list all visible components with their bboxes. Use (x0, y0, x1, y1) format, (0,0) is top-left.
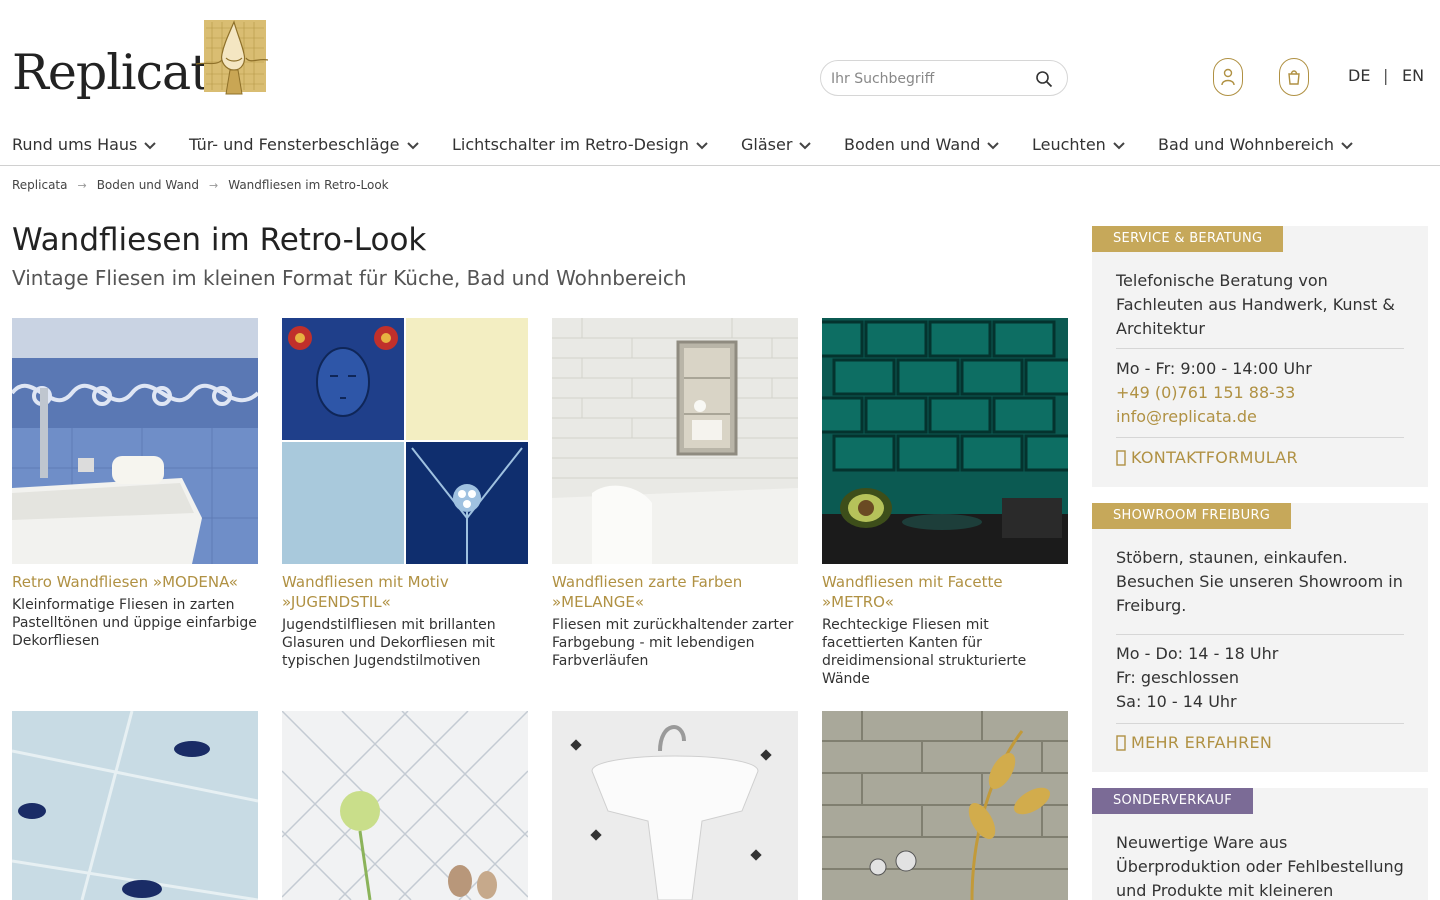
product-card-jugendstil: Wandfliesen mit Motiv »JUGENDSTIL« Jugen… (282, 318, 528, 670)
chevron-down-icon (1113, 141, 1125, 149)
page-subtitle: Vintage Fliesen im kleinen Format für Kü… (12, 266, 687, 290)
envelope-icon (1116, 449, 1126, 466)
product-description: Kleinformatige Fliesen in zarten Pastell… (12, 597, 257, 649)
search-icon[interactable] (1035, 70, 1053, 88)
site-header: Replicata DE | E (0, 0, 1440, 125)
nav-item-label: Boden und Wand (844, 135, 981, 154)
showroom-more-label: MEHR ERFAHREN (1131, 733, 1273, 752)
service-email-link[interactable]: info@replicata.de (1116, 405, 1404, 429)
nav-item-label: Bad und Wohnbereich (1158, 135, 1334, 154)
site-logo[interactable]: Replicata (12, 18, 272, 110)
nav-item-bad-und-wohnbereich[interactable]: Bad und Wohnbereich (1158, 135, 1353, 154)
chevron-down-icon (799, 141, 812, 149)
arrow-right-icon: → (209, 178, 219, 192)
sale-box-tag: SONDERVERKAUF (1092, 788, 1253, 814)
product-image-decor-flowers[interactable] (282, 711, 528, 900)
language-de-link[interactable]: DE (1348, 66, 1370, 85)
contact-form-link[interactable]: KONTAKTFORMULAR (1116, 448, 1298, 467)
nav-item-lichtschalter[interactable]: Lichtschalter im Retro-Design (452, 135, 708, 154)
divider (1116, 437, 1404, 438)
showroom-intro: Stöbern, staunen, einkaufen. Besuchen Si… (1116, 548, 1403, 615)
product-image-washbasin[interactable] (552, 711, 798, 900)
product-image-metro[interactable] (822, 318, 1068, 564)
search-input[interactable] (831, 68, 1027, 90)
breadcrumb: Replicata → Boden und Wand → Wandfliesen… (12, 178, 389, 192)
language-separator: | (1383, 66, 1389, 85)
showroom-more-link[interactable]: MEHR ERFAHREN (1116, 733, 1272, 752)
product-name-link[interactable]: Wandfliesen zarte Farben »MELANGE« (552, 572, 798, 612)
nav-item-rund-ums-haus[interactable]: Rund ums Haus (12, 135, 157, 154)
nav-item-label: Leuchten (1032, 135, 1106, 154)
chevron-down-icon (1341, 141, 1353, 149)
breadcrumb-home-link[interactable]: Replicata (12, 178, 67, 192)
main-navigation: Rund ums Haus Tür- und Fensterbeschläge … (0, 125, 1440, 166)
product-name-link[interactable]: Retro Wandfliesen »MODENA« (12, 572, 258, 592)
divider (1116, 723, 1404, 724)
user-icon (1221, 68, 1235, 86)
service-intro: Telefonische Beratung von Fachleuten aus… (1116, 271, 1395, 338)
product-image-delft-style[interactable] (12, 711, 258, 900)
nav-item-glaeser[interactable]: Gläser (741, 135, 812, 154)
product-image-metallic-tiles[interactable] (822, 711, 1068, 900)
breadcrumb-current: Wandfliesen im Retro-Look (228, 178, 389, 192)
account-button[interactable] (1213, 58, 1243, 96)
sale-box: SONDERVERKAUF Neuwertige Ware aus Überpr… (1092, 788, 1428, 900)
chevron-down-icon (406, 141, 419, 149)
nav-item-label: Gläser (741, 135, 793, 154)
service-box-tag: SERVICE & BERATUNG (1092, 226, 1284, 252)
product-image-jugendstil[interactable] (282, 318, 528, 564)
nav-item-label: Tür- und Fensterbeschläge (189, 135, 400, 154)
service-hours: Mo - Fr: 9:00 - 14:00 Uhr (1116, 359, 1312, 378)
cart-icon (1288, 70, 1300, 85)
arrow-right-icon: → (77, 178, 87, 192)
showroom-box: SHOWROOM FREIBURG Stöbern, staunen, eink… (1092, 503, 1428, 772)
search-box (820, 60, 1068, 96)
contact-form-label: KONTAKTFORMULAR (1131, 448, 1298, 467)
chevron-down-icon (144, 141, 157, 149)
cart-button[interactable] (1279, 58, 1309, 96)
service-box: SERVICE & BERATUNG Telefonische Beratung… (1092, 226, 1428, 487)
info-icon (1116, 734, 1126, 751)
service-phone-link[interactable]: +49 (0)761 151 88-33 (1116, 381, 1404, 405)
product-description: Rechteckige Fliesen mit facettierten Kan… (822, 617, 1027, 687)
language-en-link[interactable]: EN (1402, 66, 1424, 85)
showroom-hours-friday: Fr: geschlossen (1116, 668, 1239, 687)
product-name-link[interactable]: Wandfliesen mit Facette »METRO« (822, 572, 1068, 612)
divider (1116, 634, 1404, 635)
sale-intro: Neuwertige Ware aus Überproduktion oder … (1116, 833, 1404, 900)
breadcrumb-category-link[interactable]: Boden und Wand (97, 178, 199, 192)
product-card-melange: Wandfliesen zarte Farben »MELANGE« Flies… (552, 318, 798, 670)
product-card-metro: Wandfliesen mit Facette »METRO« Rechteck… (822, 318, 1068, 688)
nav-item-boden-und-wand[interactable]: Boden und Wand (844, 135, 1000, 154)
nav-item-label: Lichtschalter im Retro-Design (452, 135, 689, 154)
divider (1116, 348, 1404, 349)
product-card-modena: Retro Wandfliesen »MODENA« Kleinformatig… (12, 318, 258, 650)
page-title: Wandfliesen im Retro-Look (12, 222, 427, 258)
product-description: Jugendstilfliesen mit brillanten Glasure… (282, 617, 496, 669)
product-name-link[interactable]: Wandfliesen mit Motiv »JUGENDSTIL« (282, 572, 528, 612)
logo-emblem-icon (196, 20, 268, 95)
product-image-melange[interactable] (552, 318, 798, 564)
nav-item-tuer-fensterbeschlaege[interactable]: Tür- und Fensterbeschläge (189, 135, 419, 154)
chevron-down-icon (987, 141, 1000, 149)
chevron-down-icon (696, 141, 708, 149)
product-image-modena[interactable] (12, 318, 258, 564)
nav-item-label: Rund ums Haus (12, 135, 138, 154)
nav-item-leuchten[interactable]: Leuchten (1032, 135, 1125, 154)
product-description: Fliesen mit zurückhaltender zarter Farbg… (552, 617, 794, 669)
showroom-box-tag: SHOWROOM FREIBURG (1092, 503, 1292, 529)
showroom-hours-weekdays: Mo - Do: 14 - 18 Uhr (1116, 644, 1279, 663)
showroom-hours-saturday: Sa: 10 - 14 Uhr (1116, 692, 1237, 711)
